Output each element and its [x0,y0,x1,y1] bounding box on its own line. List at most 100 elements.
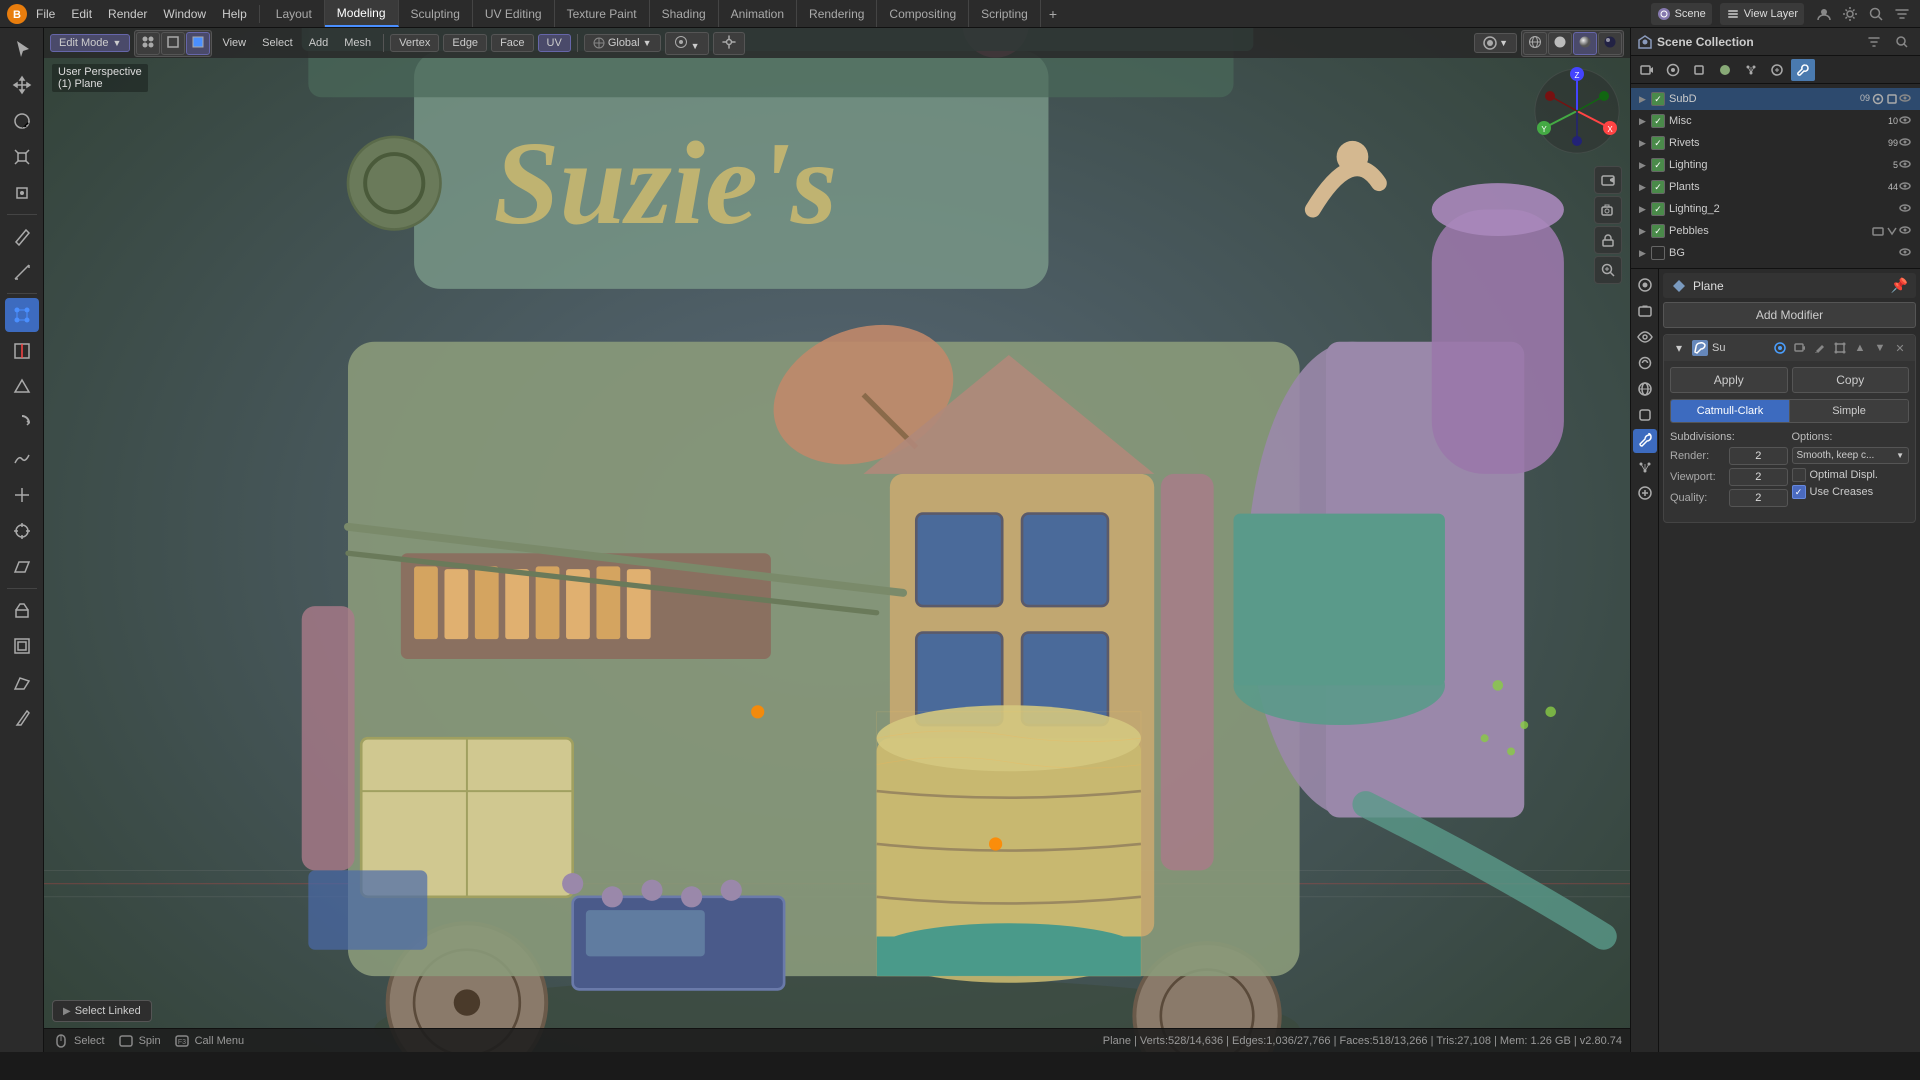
pivot-dropdown[interactable]: ▼ [665,32,709,55]
tab-texture-paint[interactable]: Texture Paint [555,0,650,27]
sc-pebbles-check[interactable]: ✓ [1651,224,1665,238]
rt-wrench-icon[interactable] [1791,59,1815,81]
cursor-tool[interactable] [5,32,39,66]
rotate-tool[interactable] [5,104,39,138]
measure-tool[interactable] [5,255,39,289]
tab-compositing[interactable]: Compositing [877,0,969,27]
modifier-render-icon[interactable] [1791,339,1809,357]
tab-sculpting[interactable]: Sculpting [399,0,473,27]
smooth-dropdown[interactable]: Smooth, keep c... ▼ [1792,447,1910,464]
render-shading-btn[interactable] [1598,32,1622,55]
wireframe-shading-btn[interactable] [1523,32,1547,55]
edge-slide-tool[interactable] [5,478,39,512]
sc-misc-check[interactable]: ✓ [1651,114,1665,128]
bevel-tool[interactable] [5,665,39,699]
inset-faces-tool[interactable] [5,629,39,663]
sc-bg-check[interactable] [1651,246,1665,260]
modifier-realtime-icon[interactable] [1771,339,1789,357]
menu-help[interactable]: Help [214,5,255,23]
transform-orientation-dropdown[interactable]: Global ▼ [584,34,661,52]
filter-icon-btn[interactable] [1890,3,1914,25]
catmull-clark-btn[interactable]: Catmull-Clark [1671,400,1790,422]
apply-button[interactable]: Apply [1670,367,1788,393]
viewport[interactable]: Suzie's [44,28,1630,1052]
settings-icon-btn[interactable] [1838,3,1862,25]
sc-item-rivets[interactable]: ▶ ✓ Rivets 99 [1631,132,1920,154]
add-workspace-button[interactable]: + [1041,0,1065,27]
rt-material-icon[interactable] [1713,59,1737,81]
face-btn[interactable]: Face [491,34,533,52]
tab-rendering[interactable]: Rendering [797,0,877,27]
material-shading-btn[interactable] [1573,32,1597,55]
props-modifier-icon-btn[interactable] [1633,429,1657,453]
move-tool[interactable] [5,68,39,102]
rt-scene-icon[interactable] [1661,59,1685,81]
overlays-btn[interactable]: ▼ [1474,33,1517,53]
edit-mode-dropdown[interactable]: Edit Mode ▼ [50,34,130,52]
sc-misc-eye[interactable] [1898,113,1912,130]
simple-btn[interactable]: Simple [1790,400,1908,422]
sc-item-lighting[interactable]: ▶ ✓ Lighting 5 [1631,154,1920,176]
menu-file[interactable]: File [28,5,63,23]
edit-mode-tool[interactable] [5,298,39,332]
props-view-icon-btn[interactable] [1633,325,1657,349]
modifier-cage-icon[interactable] [1831,339,1849,357]
menu-render[interactable]: Render [100,5,155,23]
modifier-edit-icon[interactable] [1811,339,1829,357]
render-value[interactable]: 2 [1729,447,1788,465]
edge-mode-btn[interactable] [161,32,185,55]
knife-tool[interactable] [5,701,39,735]
view-label[interactable]: View [216,35,252,51]
props-world-icon-btn[interactable] [1633,377,1657,401]
sc-search-icon[interactable] [1890,31,1914,53]
zoom-btn[interactable] [1594,256,1622,284]
sc-item-misc[interactable]: ▶ ✓ Misc 10 [1631,110,1920,132]
scale-tool[interactable] [5,140,39,174]
sc-bg-eye[interactable] [1898,245,1912,262]
sc-pebbles-eye[interactable] [1898,223,1912,240]
sc-plants-eye[interactable] [1898,179,1912,196]
transform-tool[interactable] [5,176,39,210]
modifier-expand-icon[interactable]: ▾ [1670,339,1688,357]
sc-lighting2-eye[interactable] [1898,201,1912,218]
tab-shading[interactable]: Shading [650,0,719,27]
sc-item-pebbles[interactable]: ▶ ✓ Pebbles [1631,220,1920,242]
sc-item-bg[interactable]: ▶ BG [1631,242,1920,264]
optimal-disp-checkbox[interactable] [1792,468,1806,482]
sc-subd-eye[interactable] [1898,91,1912,108]
rt-object-icon[interactable] [1687,59,1711,81]
props-physics-icon-btn[interactable] [1633,481,1657,505]
sc-item-subd[interactable]: ▶ ✓ SubD 09 [1631,88,1920,110]
modifier-down-icon[interactable]: ▼ [1871,339,1889,357]
shear-tool[interactable] [5,550,39,584]
vertex-btn[interactable]: Vertex [390,34,439,52]
tab-uv-editing[interactable]: UV Editing [473,0,555,27]
add-label[interactable]: Add [303,35,335,51]
loop-cut-tool[interactable] [5,334,39,368]
sc-lighting2-check[interactable]: ✓ [1651,202,1665,216]
props-scene-icon-btn[interactable] [1633,351,1657,375]
props-object-icon-btn[interactable] [1633,403,1657,427]
modifier-close-icon[interactable]: ✕ [1891,339,1909,357]
mesh-label[interactable]: Mesh [338,35,377,51]
viewport-value[interactable]: 2 [1729,468,1788,486]
annotate-tool[interactable] [5,219,39,253]
object-pin-icon[interactable]: 📌 [1891,277,1908,294]
rt-physics-icon[interactable] [1765,59,1789,81]
cursor-lock-btn[interactable] [1594,226,1622,254]
sc-rivets-check[interactable]: ✓ [1651,136,1665,150]
props-render-icon-btn[interactable] [1633,273,1657,297]
solid-shading-btn[interactable] [1548,32,1572,55]
modifier-up-icon[interactable]: ▲ [1851,339,1869,357]
poly-build-tool[interactable] [5,370,39,404]
sc-subd-check[interactable]: ✓ [1651,92,1665,106]
tab-scripting[interactable]: Scripting [969,0,1041,27]
select-label[interactable]: Select [256,35,299,51]
sc-item-plants[interactable]: ▶ ✓ Plants 44 [1631,176,1920,198]
menu-window[interactable]: Window [155,5,214,23]
camera-persp-btn[interactable] [1594,166,1622,194]
copy-button[interactable]: Copy [1792,367,1910,393]
vertex-mode-btn[interactable] [136,32,160,55]
props-particles-icon-btn[interactable] [1633,455,1657,479]
smooth-tool[interactable] [5,442,39,476]
